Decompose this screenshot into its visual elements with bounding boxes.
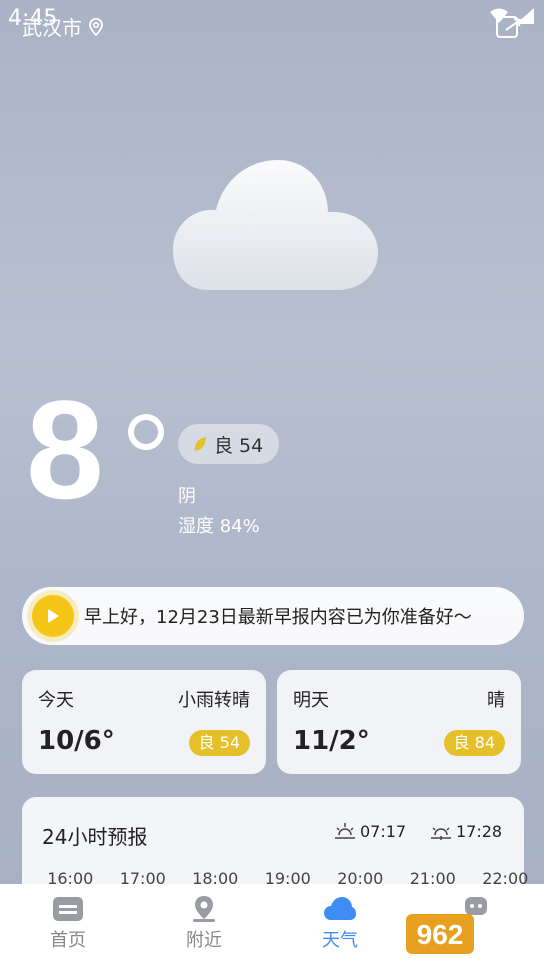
home-icon xyxy=(53,897,83,921)
nav-label: 附近 xyxy=(186,930,222,951)
location-pin-icon xyxy=(89,17,103,36)
play-button[interactable] xyxy=(32,595,74,637)
day-temperature: 11/2° xyxy=(293,726,370,756)
nav-home[interactable]: 首页 xyxy=(0,884,136,968)
day-name: 明天 xyxy=(293,690,329,711)
svg-text:.NET: .NET xyxy=(478,918,519,938)
degree-symbol xyxy=(128,414,164,450)
day-aqi-badge: 良 54 xyxy=(188,730,250,756)
today-card[interactable]: 今天 小雨转晴 10/6° 良 54 xyxy=(22,670,266,774)
sunset-icon xyxy=(431,827,451,840)
nav-weather[interactable]: 天气 xyxy=(272,884,408,968)
current-temperature: 8 xyxy=(26,371,104,528)
nav-nearby[interactable]: 附近 xyxy=(136,884,272,968)
day-name: 今天 xyxy=(38,690,74,711)
day-condition: 晴 xyxy=(487,690,505,711)
svg-text:乐游网: 乐游网 xyxy=(480,942,522,958)
weather-condition: 阴 xyxy=(178,486,196,507)
cloud-illustration xyxy=(173,160,378,290)
play-icon xyxy=(48,609,59,623)
banner-text: 早上好，12月23日最新早报内容已为你准备好～ xyxy=(84,607,472,628)
sunrise-icon xyxy=(335,823,355,839)
aqi-badge[interactable]: 良 54 xyxy=(178,424,280,464)
day-aqi-badge: 良 84 xyxy=(443,730,505,756)
forecast-title: 24小时预报 xyxy=(42,825,148,849)
sunset-time: 17:28 xyxy=(456,821,503,841)
city-name: 武汉市 xyxy=(22,16,82,40)
nav-label: 首页 xyxy=(50,930,86,951)
weather-icon xyxy=(324,897,356,920)
aqi-label: 良 54 xyxy=(214,434,264,457)
location-selector[interactable]: 武汉市 xyxy=(22,12,104,41)
day-condition: 小雨转晴 xyxy=(178,690,250,711)
share-icon[interactable] xyxy=(494,12,524,42)
svg-text:962: 962 xyxy=(417,919,464,950)
sunrise: 07:17 xyxy=(334,821,406,841)
sunrise-time: 07:17 xyxy=(360,821,407,841)
location-icon xyxy=(193,896,215,922)
watermark-logo: 962 .NET 乐游网 xyxy=(406,914,522,958)
day-temperature: 10/6° xyxy=(38,726,115,756)
tomorrow-card[interactable]: 明天 晴 11/2° 良 84 xyxy=(277,670,521,774)
humidity: 湿度 84% xyxy=(178,516,260,537)
sunset: 17:28 xyxy=(430,821,502,841)
leaf-icon xyxy=(194,437,206,451)
nav-label: 天气 xyxy=(322,930,358,951)
morning-report-banner[interactable]: 早上好，12月23日最新早报内容已为你准备好～ xyxy=(22,587,524,645)
